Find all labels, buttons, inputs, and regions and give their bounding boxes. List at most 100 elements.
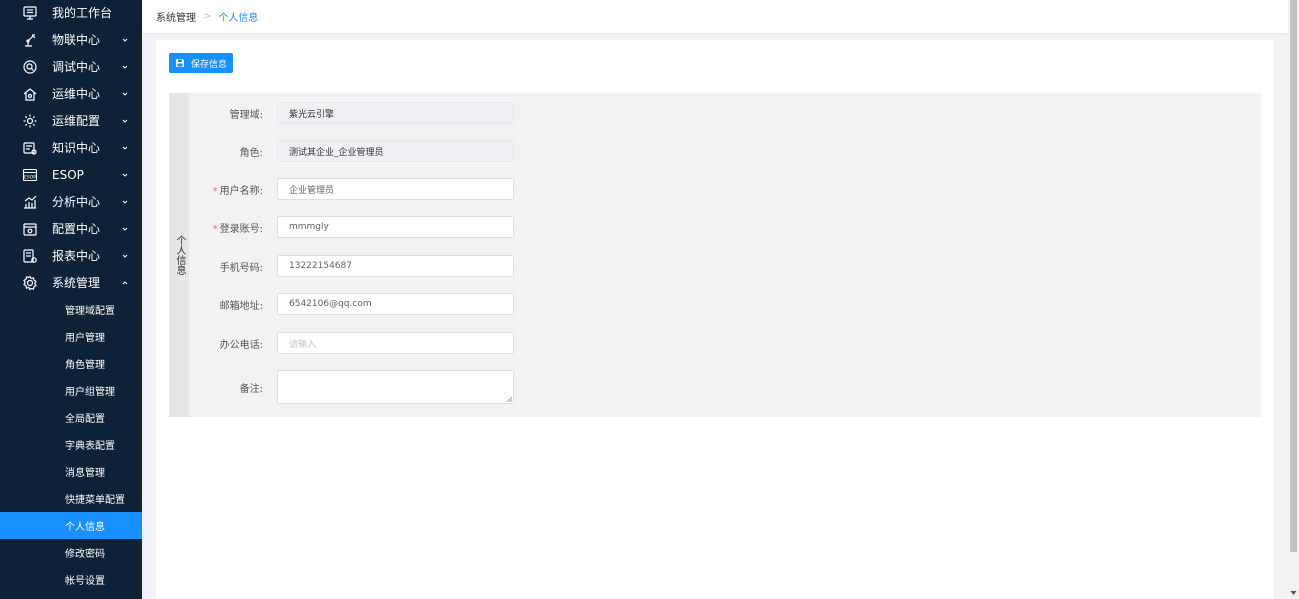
form-row-phone: 手机号码: 13222154687 (189, 255, 514, 277)
sidebar-subitem-personal-info[interactable]: 个人信息 (0, 512, 142, 539)
chevron-down-icon (120, 223, 130, 233)
sidebar-subitem-label: 快捷菜单配置 (65, 495, 125, 506)
sidebar-subitem-label: 消息管理 (65, 468, 105, 479)
settings-icon (22, 275, 38, 291)
form-row-office-phone: 办公电话: 请输入 (189, 332, 514, 354)
role-label: 角色: (239, 147, 263, 159)
config-icon (22, 221, 38, 237)
personal-info-form: 个人信息 管理域: 紫光云引擎 角色: 测试其企业_企业管理员 * 用户名称: 企… (169, 93, 1261, 417)
form-row-domain: 管理域: 紫光云引擎 (189, 102, 514, 124)
save-icon (176, 59, 184, 67)
breadcrumb: 系统管理 > 个人信息 (142, 0, 1288, 33)
required-mark: * (212, 223, 218, 235)
form-row-username: * 用户名称: 企业管理员 (189, 178, 514, 200)
sidebar-item-label: 运维配置 (52, 114, 101, 128)
sidebar-item-iot[interactable]: 物联中心 (0, 26, 142, 53)
sidebar-item-label: 运维中心 (52, 87, 101, 101)
form-row-remark: 备注: (189, 370, 514, 404)
domain-field: 紫光云引擎 (277, 102, 514, 124)
save-button[interactable]: 保存信息 (169, 53, 233, 73)
sidebar-subitem-label: 帐号设置 (65, 576, 105, 587)
chevron-up-icon (120, 277, 130, 287)
sidebar-item-system[interactable]: 系统管理 (0, 269, 142, 296)
form-row-role: 角色: 测试其企业_企业管理员 (189, 140, 514, 162)
chevron-down-icon (120, 250, 130, 260)
debug-icon (22, 59, 38, 75)
save-button-label: 保存信息 (191, 59, 228, 70)
robot-arm-icon (22, 32, 38, 48)
username-label-text: 用户名称: (219, 185, 263, 197)
sidebar: 我的工作台 物联中心 调试中心 运维中心 运维配置 知识中心 ESOP ESOP… (0, 0, 142, 599)
chevron-down-icon (120, 169, 130, 179)
sidebar-item-debug[interactable]: 调试中心 (0, 53, 142, 80)
home-icon (22, 86, 38, 102)
sidebar-subitem-group-management[interactable]: 用户组管理 (0, 377, 142, 404)
scrollbar-thumb[interactable] (1290, 0, 1297, 552)
sidebar-subitem-account-settings[interactable]: 帐号设置 (0, 566, 142, 593)
sidebar-item-analytics[interactable]: 分析中心 (0, 188, 142, 215)
gear-icon (22, 113, 38, 129)
sidebar-subitem-role-management[interactable]: 角色管理 (0, 350, 142, 377)
remark-textarea[interactable] (277, 370, 514, 404)
resize-grip-icon[interactable] (506, 396, 512, 402)
sidebar-subitem-shortcut-menu-config[interactable]: 快捷菜单配置 (0, 485, 142, 512)
sidebar-item-knowledge[interactable]: 知识中心 (0, 134, 142, 161)
sidebar-item-label: 配置中心 (52, 222, 101, 236)
chevron-down-icon (120, 88, 130, 98)
chevron-down-icon (120, 115, 130, 125)
monitor-icon (22, 5, 38, 21)
sidebar-subitem-user-management[interactable]: 用户管理 (0, 323, 142, 350)
page-scrollbar[interactable] (1288, 0, 1299, 599)
report-icon (22, 248, 38, 264)
email-field[interactable]: 6542106@qq.com (277, 293, 514, 315)
sidebar-item-config[interactable]: 配置中心 (0, 215, 142, 242)
section-tab: 个人信息 (169, 93, 189, 417)
required-mark: * (212, 185, 218, 197)
analytics-icon (22, 194, 38, 210)
sidebar-item-label: 调试中心 (52, 60, 101, 74)
breadcrumb-root[interactable]: 系统管理 (156, 9, 196, 24)
sidebar-subitem-label: 全局配置 (65, 414, 105, 425)
section-title: 个人信息 (174, 235, 185, 275)
sidebar-subitem-dictionary-config[interactable]: 字典表配置 (0, 431, 142, 458)
chevron-down-icon (120, 142, 130, 152)
sidebar-subitem-label: 角色管理 (65, 360, 105, 371)
office-phone-field[interactable]: 请输入 (277, 332, 514, 354)
role-field: 测试其企业_企业管理员 (277, 140, 514, 162)
phone-field[interactable]: 13222154687 (277, 255, 514, 277)
main-panel: 保存信息 个人信息 管理域: 紫光云引擎 角色: 测试其企业_企业管理员 * 用户… (156, 40, 1274, 599)
scroll-down-icon[interactable] (1290, 590, 1297, 596)
sidebar-subitem-global-config[interactable]: 全局配置 (0, 404, 142, 431)
sidebar-subitem-label: 个人信息 (65, 522, 105, 533)
sidebar-item-label: 知识中心 (52, 141, 101, 155)
sidebar-item-reports[interactable]: 报表中心 (0, 242, 142, 269)
breadcrumb-current: 个人信息 (218, 13, 259, 24)
breadcrumb-separator: > (203, 11, 212, 22)
sidebar-item-label: ESOP (52, 167, 84, 182)
sidebar-item-workbench[interactable]: 我的工作台 (0, 0, 142, 26)
form-row-account: * 登录账号: mmmgly (189, 216, 514, 238)
svg-text:ESOP: ESOP (24, 174, 36, 180)
sidebar-subitem-domain-config[interactable]: 管理域配置 (0, 296, 142, 323)
remark-label: 备注: (239, 383, 263, 395)
sidebar-subitem-label: 管理域配置 (65, 306, 115, 317)
domain-label: 管理域: (229, 109, 263, 121)
esop-icon: ESOP (22, 167, 38, 183)
sidebar-item-ops[interactable]: 运维中心 (0, 80, 142, 107)
account-label: * 登录账号: (189, 220, 277, 235)
account-field[interactable]: mmmgly (277, 216, 514, 238)
chevron-down-icon (120, 61, 130, 71)
sidebar-subitem-message-management[interactable]: 消息管理 (0, 458, 142, 485)
sidebar-item-label: 分析中心 (52, 195, 101, 209)
sidebar-item-label: 报表中心 (52, 249, 101, 263)
chevron-down-icon (120, 34, 130, 44)
office-phone-label: 办公电话: (219, 339, 263, 351)
sidebar-item-ops-config[interactable]: 运维配置 (0, 107, 142, 134)
username-field[interactable]: 企业管理员 (277, 178, 514, 200)
sidebar-subitem-change-password[interactable]: 修改密码 (0, 539, 142, 566)
sidebar-subitem-label: 用户组管理 (65, 387, 115, 398)
sidebar-item-label: 我的工作台 (52, 6, 113, 20)
sidebar-subitem-label: 字典表配置 (65, 441, 115, 452)
sidebar-item-esop[interactable]: ESOP ESOP (0, 161, 142, 188)
account-label-text: 登录账号: (219, 223, 263, 235)
